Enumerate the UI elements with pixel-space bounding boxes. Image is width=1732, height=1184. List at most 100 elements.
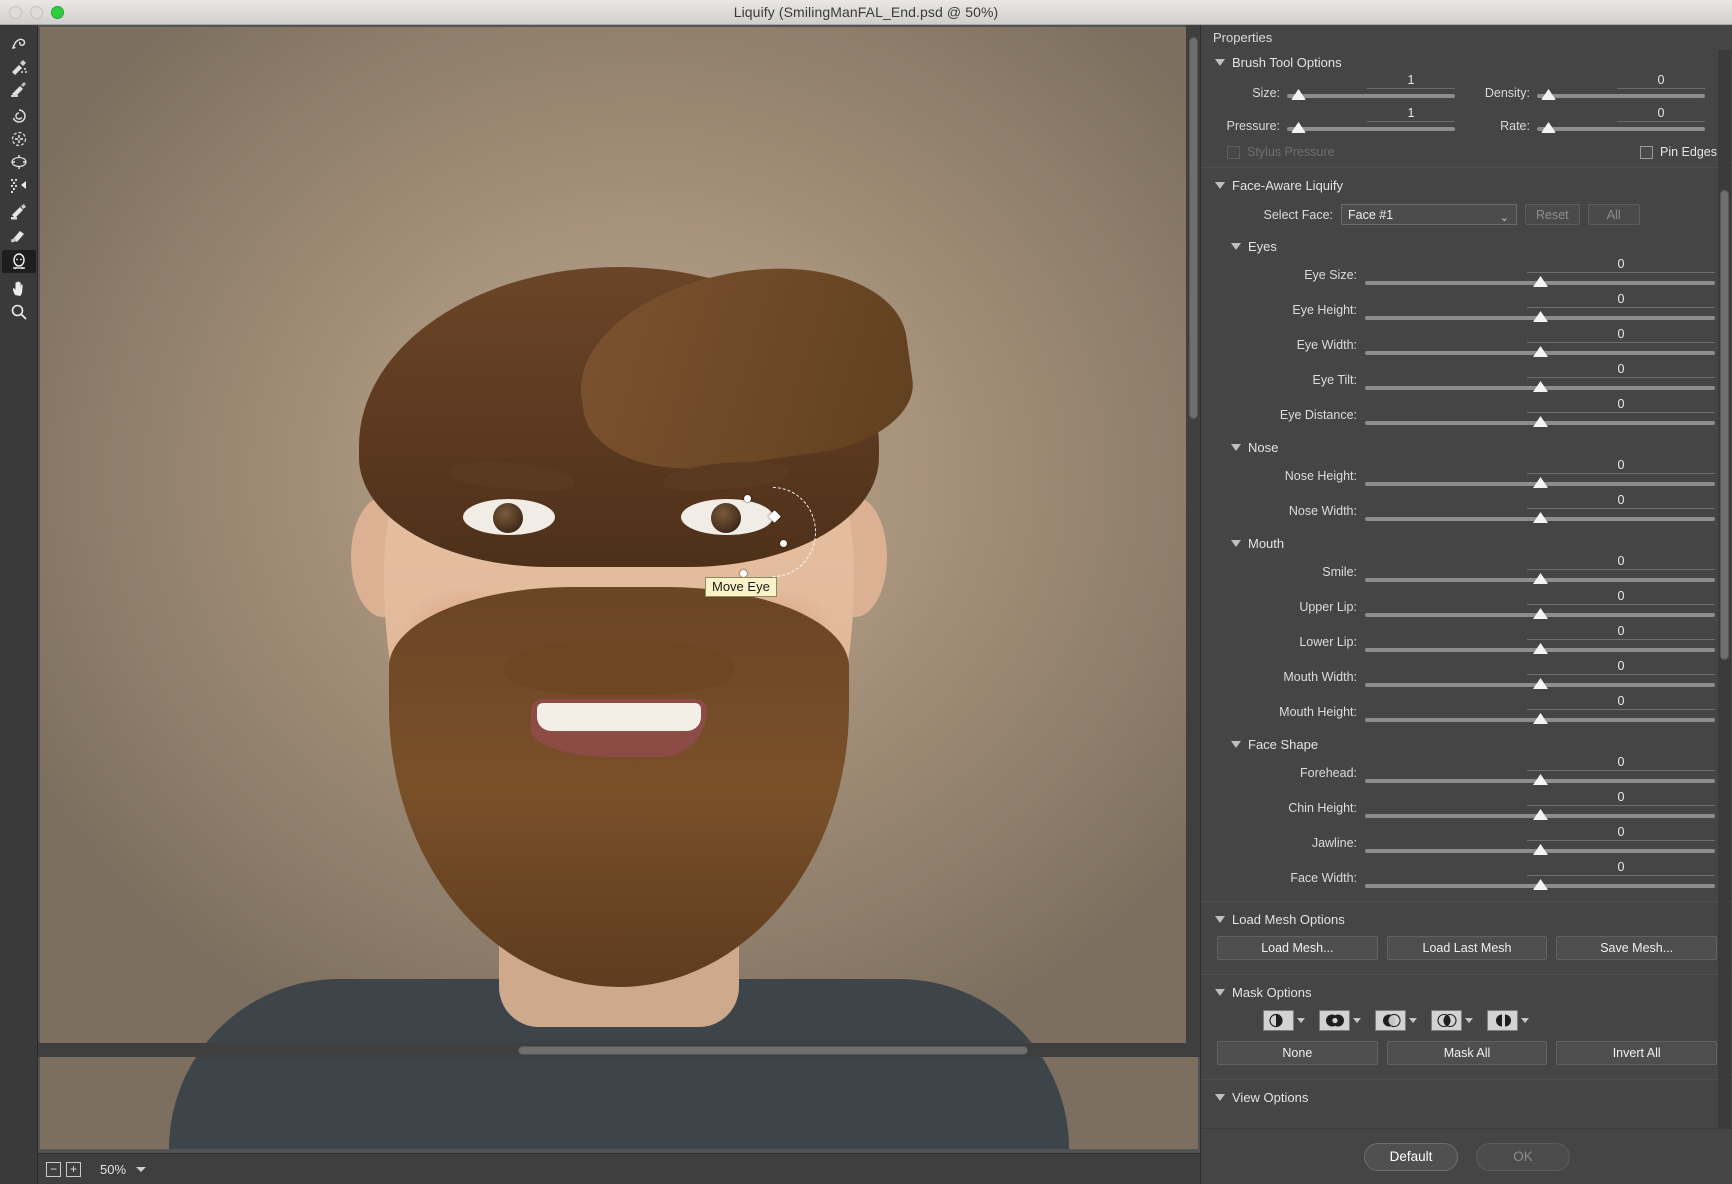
section-mouth[interactable]: Mouth [1201,530,1732,556]
mouth-width-slider[interactable]: 0 [1365,659,1715,692]
eye-tilt-value[interactable]: 0 [1527,362,1715,378]
eye-distance-slider[interactable]: 0 [1365,397,1715,430]
twirl-clockwise-tool[interactable] [2,104,36,127]
eye-size-slider[interactable]: 0 [1365,257,1715,290]
smile-slider[interactable]: 0 [1365,554,1715,587]
mask-invert-all-button[interactable]: Invert All [1556,1041,1718,1065]
image-canvas[interactable]: Move Eye [38,25,1200,1153]
eye-height-value[interactable]: 0 [1527,292,1715,308]
add-to-selection-icon[interactable] [1319,1010,1350,1031]
zoom-out-button[interactable]: − [46,1161,61,1177]
mask-none-button[interactable]: None [1217,1041,1378,1065]
chevron-down-icon[interactable] [1409,1018,1417,1023]
eye-height-slider[interactable]: 0 [1365,292,1715,325]
eye-width-slider[interactable]: 0 [1365,327,1715,360]
section-view-options[interactable]: View Options [1201,1084,1732,1110]
section-brush-tool-options[interactable]: Brush Tool Options [1201,49,1732,75]
section-mask-options[interactable]: Mask Options [1201,979,1732,1005]
lower-lip-slider[interactable]: 0 [1365,624,1715,657]
zoom-tool[interactable] [2,300,36,323]
canvas-horizontal-scroll-thumb[interactable] [518,1046,1028,1055]
section-face-shape[interactable]: Face Shape [1201,731,1732,757]
canvas-vertical-scroll-thumb[interactable] [1189,37,1198,419]
zoom-in-button[interactable]: + [66,1161,81,1177]
size-track[interactable] [1287,94,1455,98]
mask-mode-subtract[interactable] [1375,1010,1417,1031]
thaw-mask-tool[interactable] [2,223,36,246]
face-eye-handles[interactable] [700,482,820,592]
pressure-value[interactable]: 1 [1367,106,1455,122]
eye-size-value[interactable]: 0 [1527,257,1715,273]
section-face-aware-liquify[interactable]: Face-Aware Liquify [1201,172,1732,198]
mask-mode-invert[interactable] [1487,1010,1529,1031]
nose-width-value[interactable]: 0 [1527,493,1715,509]
properties-scroll-thumb[interactable] [1720,190,1729,660]
pressure-track[interactable] [1287,127,1455,131]
forward-warp-tool[interactable] [2,31,36,54]
pin-edges-checkbox[interactable]: Pin Edges [1640,145,1717,159]
mouth-height-value[interactable]: 0 [1527,694,1715,710]
eye-handle-bottom[interactable] [740,570,747,577]
intersect-with-selection-icon[interactable] [1431,1010,1462,1031]
upper-lip-value[interactable]: 0 [1527,589,1715,605]
eye-tilt-slider[interactable]: 0 [1365,362,1715,395]
mask-mode-intersect[interactable] [1431,1010,1473,1031]
reset-button[interactable]: Reset [1525,204,1580,225]
subtract-from-selection-icon[interactable] [1375,1010,1406,1031]
face-width-slider[interactable]: 0 [1365,860,1715,893]
eye-width-value[interactable]: 0 [1527,327,1715,343]
upper-lip-slider[interactable]: 0 [1365,589,1715,622]
eye-handle-top[interactable] [744,495,751,502]
face-width-value[interactable]: 0 [1527,860,1715,876]
nose-height-slider[interactable]: 0 [1365,458,1715,491]
nose-width-slider[interactable]: 0 [1365,493,1715,526]
all-button[interactable]: All [1587,204,1640,225]
chevron-down-icon[interactable] [1521,1018,1529,1023]
jawline-value[interactable]: 0 [1527,825,1715,841]
chevron-down-icon[interactable] [1297,1018,1305,1023]
chin-height-value[interactable]: 0 [1527,790,1715,806]
canvas-vertical-scrollbar[interactable] [1186,25,1200,1053]
bloat-tool[interactable] [2,150,36,173]
checkbox-icon[interactable] [1227,145,1240,159]
mask-mode-add[interactable] [1319,1010,1361,1031]
smile-value[interactable]: 0 [1527,554,1715,570]
select-face-dropdown[interactable]: Face #1 ⌄ [1341,204,1517,225]
rate-value[interactable]: 0 [1617,106,1705,122]
ok-button[interactable]: OK [1476,1142,1570,1171]
jawline-slider[interactable]: 0 [1365,825,1715,858]
section-load-mesh-options[interactable]: Load Mesh Options [1201,906,1732,932]
push-left-tool[interactable] [2,173,36,196]
save-mesh-button[interactable]: Save Mesh... [1556,936,1718,960]
smooth-tool[interactable] [2,77,36,100]
properties-scrollbar[interactable] [1718,50,1731,1128]
reconstruct-tool[interactable] [2,54,36,77]
pucker-tool[interactable] [2,127,36,150]
lower-lip-value[interactable]: 0 [1527,624,1715,640]
chevron-down-icon[interactable] [1353,1018,1361,1023]
chevron-down-icon[interactable] [1465,1018,1473,1023]
checkbox-icon[interactable] [1640,145,1654,159]
chevron-down-icon[interactable] [136,1166,147,1172]
canvas-horizontal-scrollbar[interactable] [38,1043,1200,1057]
default-button[interactable]: Default [1364,1142,1458,1171]
load-last-mesh-button[interactable]: Load Last Mesh [1386,936,1548,960]
density-value[interactable]: 0 [1617,73,1705,89]
section-eyes[interactable]: Eyes [1201,233,1732,259]
nose-height-value[interactable]: 0 [1527,458,1715,474]
face-tool[interactable] [2,250,36,273]
forehead-value[interactable]: 0 [1527,755,1715,771]
rate-track[interactable] [1537,127,1705,131]
mask-all-button[interactable]: Mask All [1386,1041,1548,1065]
eye-distance-value[interactable]: 0 [1527,397,1715,413]
mouth-width-value[interactable]: 0 [1527,659,1715,675]
size-value[interactable]: 1 [1367,73,1455,89]
chin-height-slider[interactable]: 0 [1365,790,1715,823]
freeze-mask-tool[interactable] [2,200,36,223]
invert-selection-icon[interactable] [1487,1010,1518,1031]
hand-tool[interactable] [2,277,36,300]
density-track[interactable] [1537,94,1705,98]
replace-selection-icon[interactable] [1263,1010,1294,1031]
forehead-slider[interactable]: 0 [1365,755,1715,788]
stylus-pressure-checkbox[interactable]: Stylus Pressure [1227,145,1335,159]
